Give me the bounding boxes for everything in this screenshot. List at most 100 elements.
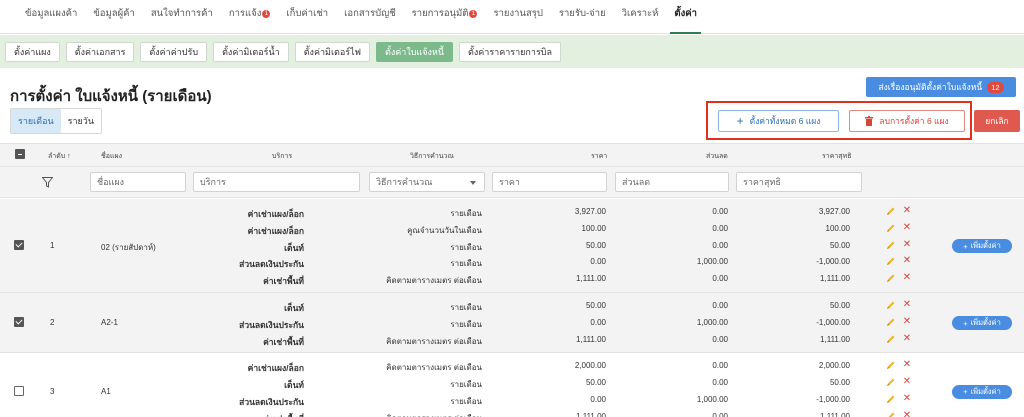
edit-icon[interactable]: [886, 360, 896, 370]
page-title: การตั้งค่า ใบแจ้งหนี้ (รายเดือน): [10, 88, 212, 105]
nav-notifications[interactable]: การแจ้ง 1: [221, 6, 279, 33]
table-header: ลำดับ ↑ ชื่อแผง บริการ วิธีการคำนวณ ราคา…: [0, 143, 1024, 167]
add-setting-button[interactable]: + เพิ่มตั้งค่า: [952, 239, 1012, 253]
subnav-water-meter-settings[interactable]: ตั้งค่ามิเตอร์น้ำ: [213, 41, 289, 62]
method-filter-value: วิธีการคำนวณ: [376, 177, 433, 187]
service-filter-input[interactable]: บริการ: [193, 172, 360, 192]
service-name: เต็นท์: [284, 303, 304, 313]
delete-icon[interactable]: ✕: [902, 316, 912, 327]
edit-icon[interactable]: [886, 206, 896, 216]
edit-icon[interactable]: [886, 240, 896, 250]
delete-icon[interactable]: ✕: [902, 333, 912, 344]
period-toggle: รายเดือน รายวัน: [10, 108, 103, 134]
nav-approvals[interactable]: รายการอนุมัติ 1: [404, 6, 486, 33]
net-value: -1,000.00: [816, 394, 850, 404]
pending-count-badge: 12: [987, 81, 1004, 93]
price-value: 3,927.00: [574, 207, 606, 216]
nav-summary-report[interactable]: รายงานสรุป: [485, 6, 550, 33]
nav-accounting-docs[interactable]: เอกสารบัญชี: [336, 6, 404, 33]
subnav-document-settings[interactable]: ตั้งค่าเอกสาร: [65, 41, 135, 62]
set-all-label: ตั้งค่าทั้งหมด 6 แผง: [749, 116, 821, 126]
nav-interested[interactable]: สนใจทำการค้า: [143, 6, 221, 33]
net-value: 50.00: [829, 240, 850, 250]
discount-value: 1,000.00: [696, 257, 728, 267]
subnav-stall-settings[interactable]: ตั้งค่าแผง: [5, 41, 60, 62]
header-stall: ชื่อแผง: [101, 153, 122, 160]
price-value: 1,111.00: [576, 334, 606, 344]
nav-vendor-info[interactable]: ข้อมูลผู้ค้า: [85, 6, 143, 33]
nav-analysis[interactable]: วิเคราะห์: [614, 6, 667, 33]
price-value: 100.00: [581, 223, 606, 233]
edit-icon[interactable]: [886, 273, 896, 283]
subnav-fine-settings[interactable]: ตั้งค่าค่าปรับ: [140, 41, 208, 62]
net-value: 1,111.00: [820, 334, 850, 344]
edit-icon[interactable]: [886, 394, 896, 404]
discount-value: 0.00: [712, 223, 728, 233]
delete-icon[interactable]: ✕: [902, 273, 912, 283]
delete-icon[interactable]: ✕: [902, 239, 912, 250]
edit-icon[interactable]: [886, 256, 896, 266]
edit-icon[interactable]: [886, 223, 896, 233]
set-all-button[interactable]: + ตั้งค่าทั้งหมด 6 แผง: [718, 110, 839, 132]
edit-icon[interactable]: [886, 377, 896, 387]
delete-all-button[interactable]: ลบการตั้งค่า 6 แผง: [849, 110, 965, 132]
net-value: 1,111.00: [820, 274, 850, 284]
header-discount: ส่วนลด: [706, 153, 728, 160]
delete-icon[interactable]: ✕: [902, 410, 912, 417]
send-approval-label: ส่งเรื่องอนุมัติตั้งค่าใบแจ้งหนี้: [878, 82, 983, 92]
net-filter-input[interactable]: ราคาสุทธิ: [736, 172, 862, 192]
add-setting-button[interactable]: + เพิ่มตั้งค่า: [952, 384, 1012, 399]
price-filter-input[interactable]: ราคา: [492, 172, 607, 192]
delete-icon[interactable]: ✕: [902, 377, 912, 387]
calc-method: รายเดือน: [450, 242, 482, 252]
delete-icon[interactable]: ✕: [902, 360, 912, 370]
service-name: ค่าเช่าแผง/ล็อก: [247, 363, 304, 374]
discount-value: 1,000.00: [696, 394, 728, 404]
row-checkbox[interactable]: [14, 317, 24, 328]
nav-settings[interactable]: ตั้งค่า: [666, 6, 705, 34]
edit-icon[interactable]: [886, 334, 896, 344]
stall-group: 1 02 (รายสัปดาห์) ค่าเช่าแผง/ล็อก รายเดือน 3…: [0, 199, 1024, 293]
discount-filter-input[interactable]: ส่วนลด: [615, 172, 729, 192]
subnav-bill-price-settings[interactable]: ตั้งค่าราคารายการบิล: [459, 41, 562, 62]
price-value: 0.00: [590, 394, 606, 404]
price-value: 1,111.00: [576, 411, 606, 417]
delete-icon[interactable]: ✕: [902, 256, 912, 266]
filter-icon[interactable]: [42, 177, 53, 188]
service-name: ค่าเช่าแผง/ล็อก: [247, 209, 304, 219]
header-order[interactable]: ลำดับ ↑: [48, 151, 71, 162]
service-name: ค่าเช่าพื้นที่: [263, 336, 304, 347]
nav-stall-info[interactable]: ข้อมูลแผงค้า: [17, 6, 85, 33]
delete-icon[interactable]: ✕: [902, 300, 912, 310]
calc-method: รายเดือน: [450, 259, 482, 269]
service-name: ค่าเช่าแผง/ล็อก: [247, 225, 304, 236]
row-checkbox[interactable]: [14, 385, 24, 396]
delete-icon[interactable]: ✕: [902, 393, 912, 404]
toggle-monthly[interactable]: รายเดือน: [11, 109, 61, 133]
edit-icon[interactable]: [886, 411, 896, 417]
plus-icon: +: [736, 114, 744, 128]
price-value: 0.00: [590, 317, 606, 327]
calc-method: คูณจำนวนวันในเดือน: [407, 225, 482, 235]
delete-icon[interactable]: ✕: [902, 206, 912, 216]
stall-filter-input[interactable]: ชื่อแผง: [90, 172, 186, 192]
method-filter-select[interactable]: วิธีการคำนวณ: [369, 172, 485, 192]
add-setting-button[interactable]: + เพิ่มตั้งค่า: [952, 316, 1012, 331]
nav-income-expense[interactable]: รายรับ-จ่าย: [551, 6, 614, 33]
price-value: 50.00: [585, 240, 606, 250]
add-setting-label: เพิ่มตั้งค่า: [970, 386, 1001, 396]
delete-icon[interactable]: ✕: [902, 222, 912, 233]
row-checkbox[interactable]: [14, 240, 24, 250]
nav-rent-collection[interactable]: เก็บค่าเช่า: [278, 6, 336, 33]
edit-icon[interactable]: [886, 317, 896, 327]
top-nav: ข้อมูลแผงค้า ข้อมูลผู้ค้า สนใจทำการค้า ก…: [0, 0, 1024, 34]
edit-icon[interactable]: [886, 300, 896, 310]
toggle-daily[interactable]: รายวัน: [60, 109, 102, 133]
calc-method: รายเดือน: [450, 380, 482, 390]
cancel-button[interactable]: ยกเลิก: [974, 110, 1020, 132]
price-value: 0.00: [590, 257, 606, 267]
select-all-checkbox[interactable]: [15, 149, 25, 159]
subnav-electric-meter-settings[interactable]: ตั้งค่ามิเตอร์ไฟ: [294, 41, 371, 62]
subnav-invoice-settings[interactable]: ตั้งค่าใบแจ้งหนี้: [376, 41, 453, 62]
send-approval-button[interactable]: ส่งเรื่องอนุมัติตั้งค่าใบแจ้งหนี้ 12: [866, 77, 1016, 97]
